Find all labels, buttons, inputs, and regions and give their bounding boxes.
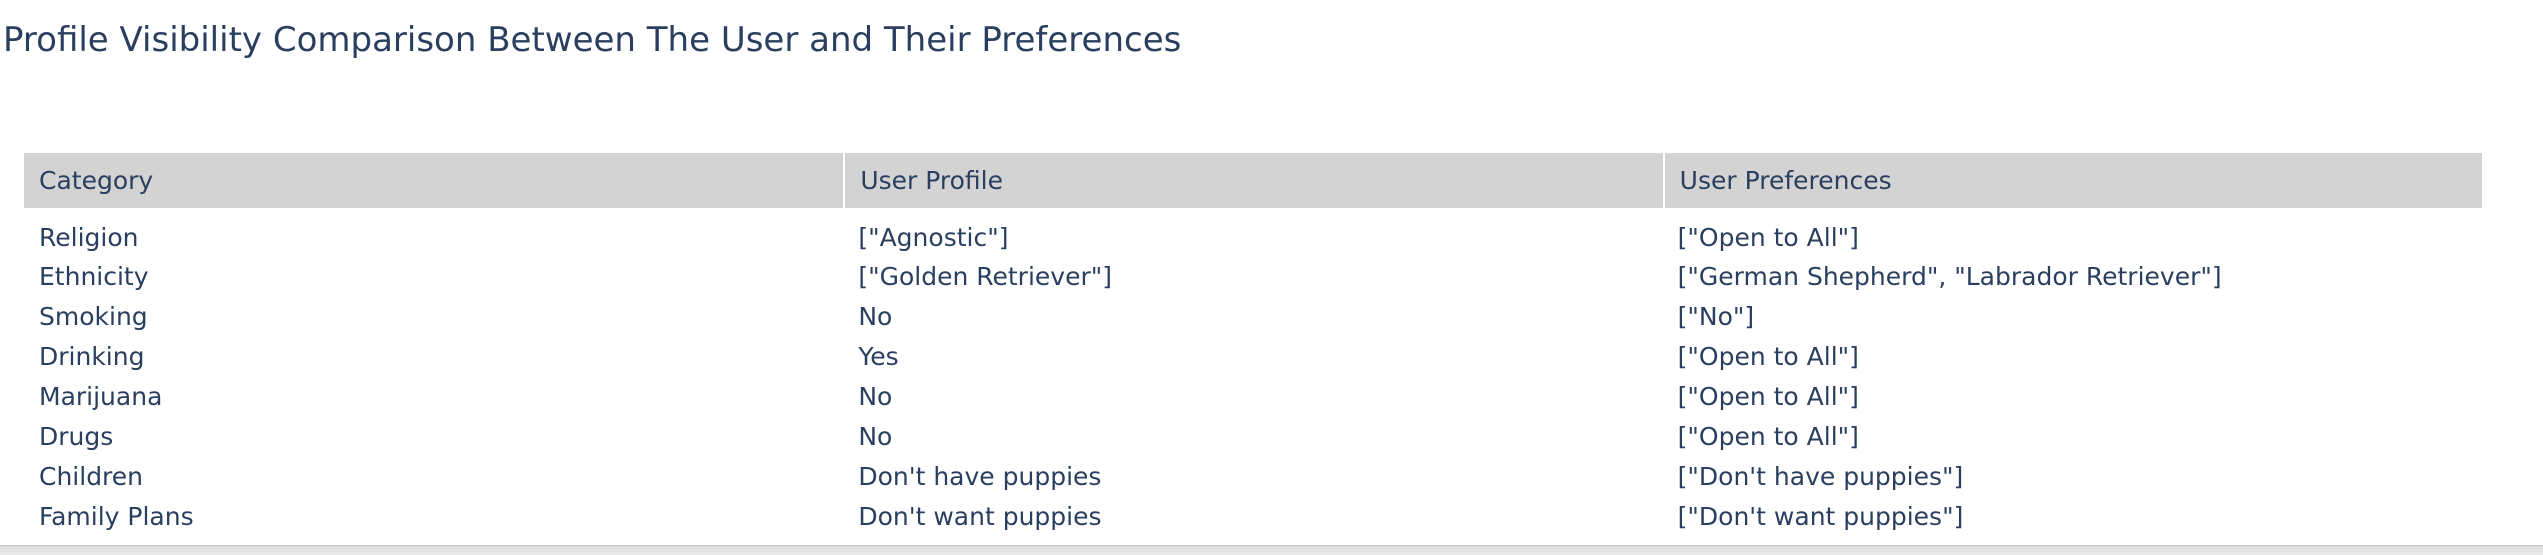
cell-category: Religion	[39, 222, 139, 252]
table-row: Marijuana No ["Open to All"]	[24, 376, 2482, 416]
cell-user-profile: ["Agnostic"]	[858, 222, 1009, 252]
cell-category: Children	[39, 461, 144, 491]
page-title: Profile Visibility Comparison Between Th…	[3, 20, 1182, 60]
table-row: Family Plans Don't want puppies ["Don't wa…	[24, 496, 2482, 536]
cell-user-preferences: ["German Shepherd", "Labrador Retriever"…	[1677, 261, 2222, 291]
table-figure: Profile Visibility Comparison Between Th…	[0, 0, 2543, 555]
cell-category: Family Plans	[39, 501, 194, 531]
table-row: Children Don't have puppies ["Don't have p…	[24, 456, 2482, 496]
cell-category: Ethnicity	[39, 261, 149, 291]
table-row: Religion ["Agnostic"] ["Open to All"]	[24, 208, 2482, 256]
cell-user-preferences: ["Open to All"]	[1677, 222, 1859, 252]
header-user-profile: User Profile	[843, 153, 1663, 208]
table-body: Religion ["Agnostic"] ["Open to All"] Ethni…	[24, 208, 2482, 536]
cell-user-profile: Don't want puppies	[858, 501, 1102, 531]
cell-user-preferences: ["Open to All"]	[1677, 381, 1859, 411]
cell-user-profile: Don't have puppies	[858, 461, 1102, 491]
cell-category: Drinking	[39, 341, 145, 371]
cell-user-preferences: ["Don't have puppies"]	[1677, 461, 1964, 491]
table-row: Smoking No ["No"]	[24, 296, 2482, 336]
comparison-table: Category User Profile User Preferences R…	[24, 153, 2482, 536]
cell-user-preferences: ["Open to All"]	[1677, 421, 1859, 451]
cell-user-profile: Yes	[858, 341, 899, 371]
cell-user-preferences: ["Open to All"]	[1677, 341, 1859, 371]
table-header-row: Category User Profile User Preferences	[24, 153, 2482, 208]
scroll-edge	[0, 545, 2543, 555]
cell-category: Drugs	[39, 421, 114, 451]
cell-user-profile: No	[858, 301, 893, 331]
cell-user-profile: No	[858, 381, 893, 411]
header-user-preferences: User Preferences	[1662, 153, 2482, 208]
cell-user-preferences: ["No"]	[1677, 301, 1755, 331]
cell-category: Smoking	[39, 301, 148, 331]
cell-user-profile: ["Golden Retriever"]	[858, 261, 1112, 291]
header-category: Category	[24, 153, 844, 208]
table-scroll-area[interactable]: Category User Profile User Preferences R…	[24, 153, 2482, 545]
table-row: Drinking Yes ["Open to All"]	[24, 336, 2482, 376]
cell-category: Marijuana	[39, 381, 163, 411]
table-row: Ethnicity ["Golden Retriever"] ["German Sh…	[24, 256, 2482, 296]
cell-user-profile: No	[858, 421, 893, 451]
table-row: Drugs No ["Open to All"]	[24, 416, 2482, 456]
cell-user-preferences: ["Don't want puppies"]	[1677, 501, 1964, 531]
